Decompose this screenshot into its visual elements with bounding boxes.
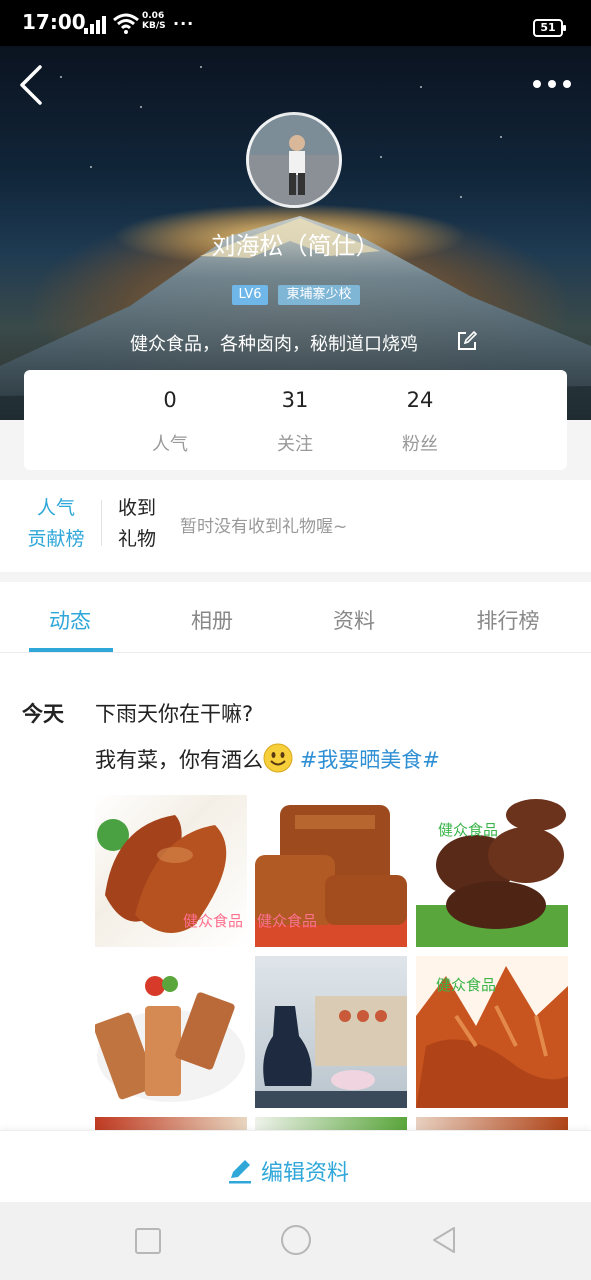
post-photo-4[interactable] (95, 956, 247, 1108)
stat-fans-label: 粉丝 (402, 434, 438, 455)
photo-5-food (255, 996, 407, 1108)
tab-album[interactable]: 相册 (152, 605, 272, 635)
home-icon[interactable] (281, 1225, 311, 1255)
divider (101, 500, 102, 546)
post-photo-6[interactable]: 健众食品 (416, 956, 568, 1108)
battery-icon: 51 (533, 19, 566, 37)
photo-3-watermark: 健众食品 (438, 821, 499, 839)
status-more: ··· (173, 14, 195, 33)
tab-feed[interactable]: 动态 (10, 605, 130, 635)
edit-profile-label: 编辑资料 (261, 1161, 350, 1186)
gift-empty-text: 暂时没有收到礼物喔~ (180, 517, 348, 537)
active-tab-indicator (29, 648, 113, 652)
post-photo-7[interactable] (95, 1117, 247, 1130)
post-day: 今天 (22, 702, 64, 726)
signal-icon (84, 16, 106, 34)
post-photo-2[interactable]: 健众食品 (255, 795, 407, 947)
photo-4-food (95, 976, 245, 1102)
wifi-icon (113, 13, 139, 34)
stat-popularity-value[interactable]: 0 (130, 388, 210, 412)
contribution-rank-link[interactable]: 人气 贡献榜 (24, 493, 88, 555)
post-photo-5[interactable] (255, 956, 407, 1108)
post-text-line2-body: 我有菜，你有酒么 (95, 748, 263, 772)
post-text-line1: 下雨天你在干嘛? (95, 702, 254, 726)
stat-popularity-label: 人气 (152, 434, 188, 455)
smile-emoji-icon (263, 743, 293, 773)
post-photo-9[interactable] (416, 1117, 568, 1130)
status-time: 17:00 (22, 10, 86, 34)
stat-fans-value[interactable]: 24 (380, 388, 460, 412)
avatar[interactable] (246, 112, 342, 208)
recent-apps-icon[interactable] (135, 1228, 161, 1254)
level-badge: LV6 (232, 285, 268, 305)
received-label-line2: 礼物 (118, 528, 157, 550)
stat-following-label: 关注 (277, 434, 313, 455)
rank-label-line1: 人气 (36, 497, 75, 519)
post-text-line2: 我有菜，你有酒么 #我要晒美食# (95, 743, 440, 774)
post-photo-1[interactable]: 健众食品 (95, 795, 247, 947)
net-speed: 0.06 KB/S (142, 11, 166, 31)
more-icon[interactable] (532, 76, 572, 92)
school-badge: 東埔寨少校 (278, 285, 360, 305)
net-speed-unit: KB/S (142, 21, 166, 31)
received-label-line1: 收到 (118, 497, 157, 519)
post-photo-8[interactable] (255, 1117, 407, 1130)
photo-6-watermark: 健众食品 (436, 976, 497, 994)
net-speed-value: 0.06 (142, 11, 165, 21)
post-hashtag[interactable]: #我要晒美食# (300, 748, 440, 772)
profile-name: 刘海松（简仕） (211, 232, 380, 260)
rank-label-line2: 贡献榜 (27, 528, 85, 550)
tab-ranking[interactable]: 排行榜 (448, 605, 568, 635)
received-gifts-label: 收到 礼物 (118, 493, 156, 555)
stat-following-value[interactable]: 31 (255, 388, 335, 412)
profile-bio: 健众食品，各种卤肉，秘制道口烧鸡 (130, 334, 418, 355)
edit-bio-icon[interactable] (457, 331, 477, 351)
avatar-person (249, 115, 339, 205)
photo-1-watermark: 健众食品 (183, 912, 244, 930)
post-photo-3[interactable]: 健众食品 (416, 795, 568, 947)
tab-info[interactable]: 资料 (294, 605, 414, 635)
edit-profile-button[interactable]: 编辑资料 (227, 1155, 350, 1186)
photo-3-food (416, 799, 568, 947)
photo-2-watermark: 健众食品 (257, 912, 318, 930)
nav-back-icon[interactable] (430, 1225, 458, 1255)
pencil-icon (229, 1160, 251, 1184)
back-icon[interactable] (16, 64, 46, 106)
